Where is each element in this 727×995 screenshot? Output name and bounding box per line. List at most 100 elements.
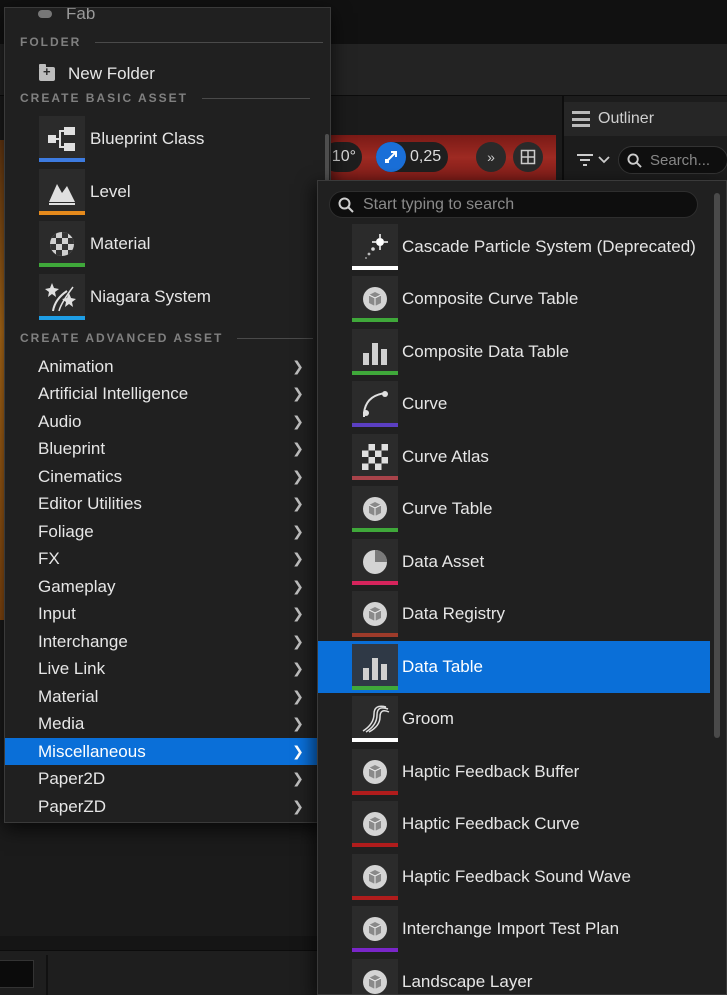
level-icon <box>39 169 85 215</box>
chevron-right-icon: ❯ <box>292 577 304 594</box>
submenu-item-groom[interactable]: Groom <box>318 693 710 745</box>
asset-sphere-icon <box>352 906 398 952</box>
advanced-item-gameplay[interactable]: Gameplay ❯ <box>5 573 318 600</box>
advanced-item-miscellaneous[interactable]: Miscellaneous ❯ <box>5 738 318 765</box>
submenu-item-label: Interchange Import Test Plan <box>402 919 620 938</box>
data-table-icon <box>352 329 398 375</box>
chevron-right-icon: ❯ <box>292 522 304 539</box>
particle-icon <box>352 224 398 270</box>
search-icon <box>338 197 354 213</box>
menu-item-partial[interactable]: Fab <box>38 8 95 22</box>
section-divider <box>202 97 311 99</box>
submenu-item-data-asset[interactable]: Data Asset <box>318 536 710 588</box>
advanced-item-paper2d[interactable]: Paper2D ❯ <box>5 765 318 792</box>
submenu-item-data-registry[interactable]: Data Registry <box>318 588 710 640</box>
asset-color-bar <box>352 791 398 795</box>
outliner-list-icon <box>572 111 590 127</box>
submenu-item-label: Haptic Feedback Sound Wave <box>402 867 631 886</box>
advanced-item-fx[interactable]: FX ❯ <box>5 545 318 572</box>
outliner-search-input[interactable]: Search... <box>618 146 727 174</box>
material-icon <box>39 221 85 267</box>
asset-sphere-icon <box>352 486 398 532</box>
submenu-item-label: Curve Table <box>402 499 493 518</box>
chevron-right-icon: ❯ <box>292 742 304 759</box>
submenu-item-interchange-import-test-plan[interactable]: Interchange Import Test Plan <box>318 903 710 955</box>
console-input[interactable] <box>0 960 34 988</box>
section-header-basic-label: CREATE BASIC ASSET <box>20 91 189 105</box>
asset-sphere-icon <box>352 854 398 900</box>
submenu-item-label: Haptic Feedback Buffer <box>402 762 580 781</box>
submenu-item-curve-atlas[interactable]: Curve Atlas <box>318 431 710 483</box>
submenu-item-composite-data-table[interactable]: Composite Data Table <box>318 326 710 378</box>
asset-color-bar <box>352 843 398 847</box>
basic-item-niagara-system[interactable]: Niagara System <box>5 272 330 322</box>
advanced-item-label: Editor Utilities <box>38 493 142 513</box>
scale-icon[interactable] <box>376 142 406 172</box>
submenu-search-input[interactable] <box>363 195 683 214</box>
section-divider <box>237 337 314 339</box>
advanced-item-paperzd[interactable]: PaperZD ❯ <box>5 793 318 820</box>
asset-color-bar <box>352 528 398 532</box>
advanced-item-animation[interactable]: Animation ❯ <box>5 353 318 380</box>
asset-color-bar <box>352 896 398 900</box>
more-options-icon[interactable]: » <box>476 142 506 172</box>
asset-sphere-icon <box>352 749 398 795</box>
asset-color-bar <box>352 686 398 690</box>
submenu-search-field[interactable] <box>329 191 698 218</box>
section-divider <box>95 41 324 43</box>
submenu-item-cascade-particle-system[interactable]: Cascade Particle System (Deprecated) <box>318 221 710 273</box>
submenu-item-label: Landscape Layer <box>402 972 533 991</box>
submenu-item-haptic-feedback-curve[interactable]: Haptic Feedback Curve <box>318 798 710 850</box>
advanced-item-media[interactable]: Media ❯ <box>5 710 318 737</box>
advanced-item-audio[interactable]: Audio ❯ <box>5 408 318 435</box>
advanced-item-label: Interchange <box>38 631 128 651</box>
new-folder-button[interactable]: New Folder <box>5 60 330 88</box>
submenu-item-label: Data Registry <box>402 604 505 623</box>
basic-item-material[interactable]: Material <box>5 219 330 269</box>
submenu-item-haptic-feedback-sound-wave[interactable]: Haptic Feedback Sound Wave <box>318 851 710 903</box>
outliner-tab[interactable]: Outliner <box>564 102 727 136</box>
section-header-advanced: CREATE ADVANCED ASSET <box>20 330 314 346</box>
submenu-item-haptic-feedback-buffer[interactable]: Haptic Feedback Buffer <box>318 746 710 798</box>
chevron-right-icon: ❯ <box>292 549 304 566</box>
asset-color-bar <box>352 581 398 585</box>
asset-color-bar <box>352 318 398 322</box>
advanced-item-artificial-intelligence[interactable]: Artificial Intelligence ❯ <box>5 380 318 407</box>
submenu-item-curve-table[interactable]: Curve Table <box>318 483 710 535</box>
section-header-folder-label: FOLDER <box>20 35 82 49</box>
advanced-item-live-link[interactable]: Live Link ❯ <box>5 655 318 682</box>
chevron-right-icon: ❯ <box>292 687 304 704</box>
niagara-system-icon <box>39 274 85 320</box>
submenu-item-label: Composite Data Table <box>402 342 569 361</box>
miscellaneous-submenu: Cascade Particle System (Deprecated) Com… <box>317 180 727 995</box>
submenu-scrollbar[interactable] <box>714 193 720 738</box>
filter-icon[interactable] <box>576 153 610 167</box>
advanced-item-material[interactable]: Material ❯ <box>5 683 318 710</box>
asset-sphere-icon <box>352 959 398 994</box>
section-header-advanced-label: CREATE ADVANCED ASSET <box>20 331 224 345</box>
advanced-item-blueprint[interactable]: Blueprint ❯ <box>5 435 318 462</box>
outliner-title: Outliner <box>598 110 655 127</box>
advanced-item-label: Live Link <box>38 658 106 678</box>
basic-item-level[interactable]: Level <box>5 167 330 217</box>
viewport-layout-icon[interactable] <box>513 142 543 172</box>
fab-icon <box>38 10 52 18</box>
asset-color-bar <box>352 738 398 742</box>
basic-item-blueprint-class[interactable]: Blueprint Class <box>5 114 330 164</box>
chevron-right-icon: ❯ <box>292 797 304 814</box>
advanced-item-label: PaperZD <box>38 796 107 816</box>
scale-snap-pill[interactable]: 0,25 <box>376 142 448 172</box>
advanced-item-foliage[interactable]: Foliage ❯ <box>5 518 318 545</box>
advanced-item-editor-utilities[interactable]: Editor Utilities ❯ <box>5 490 318 517</box>
chevron-right-icon: ❯ <box>292 604 304 621</box>
asset-color-bar <box>352 266 398 270</box>
chevron-right-icon: ❯ <box>292 439 304 456</box>
advanced-item-interchange[interactable]: Interchange ❯ <box>5 628 318 655</box>
submenu-item-landscape-layer[interactable]: Landscape Layer <box>318 956 710 994</box>
advanced-item-label: Audio <box>38 411 82 431</box>
submenu-item-data-table[interactable]: Data Table <box>318 641 710 693</box>
advanced-item-cinematics[interactable]: Cinematics ❯ <box>5 463 318 490</box>
advanced-item-input[interactable]: Input ❯ <box>5 600 318 627</box>
submenu-item-composite-curve-table[interactable]: Composite Curve Table <box>318 273 710 325</box>
submenu-item-curve[interactable]: Curve <box>318 378 710 430</box>
